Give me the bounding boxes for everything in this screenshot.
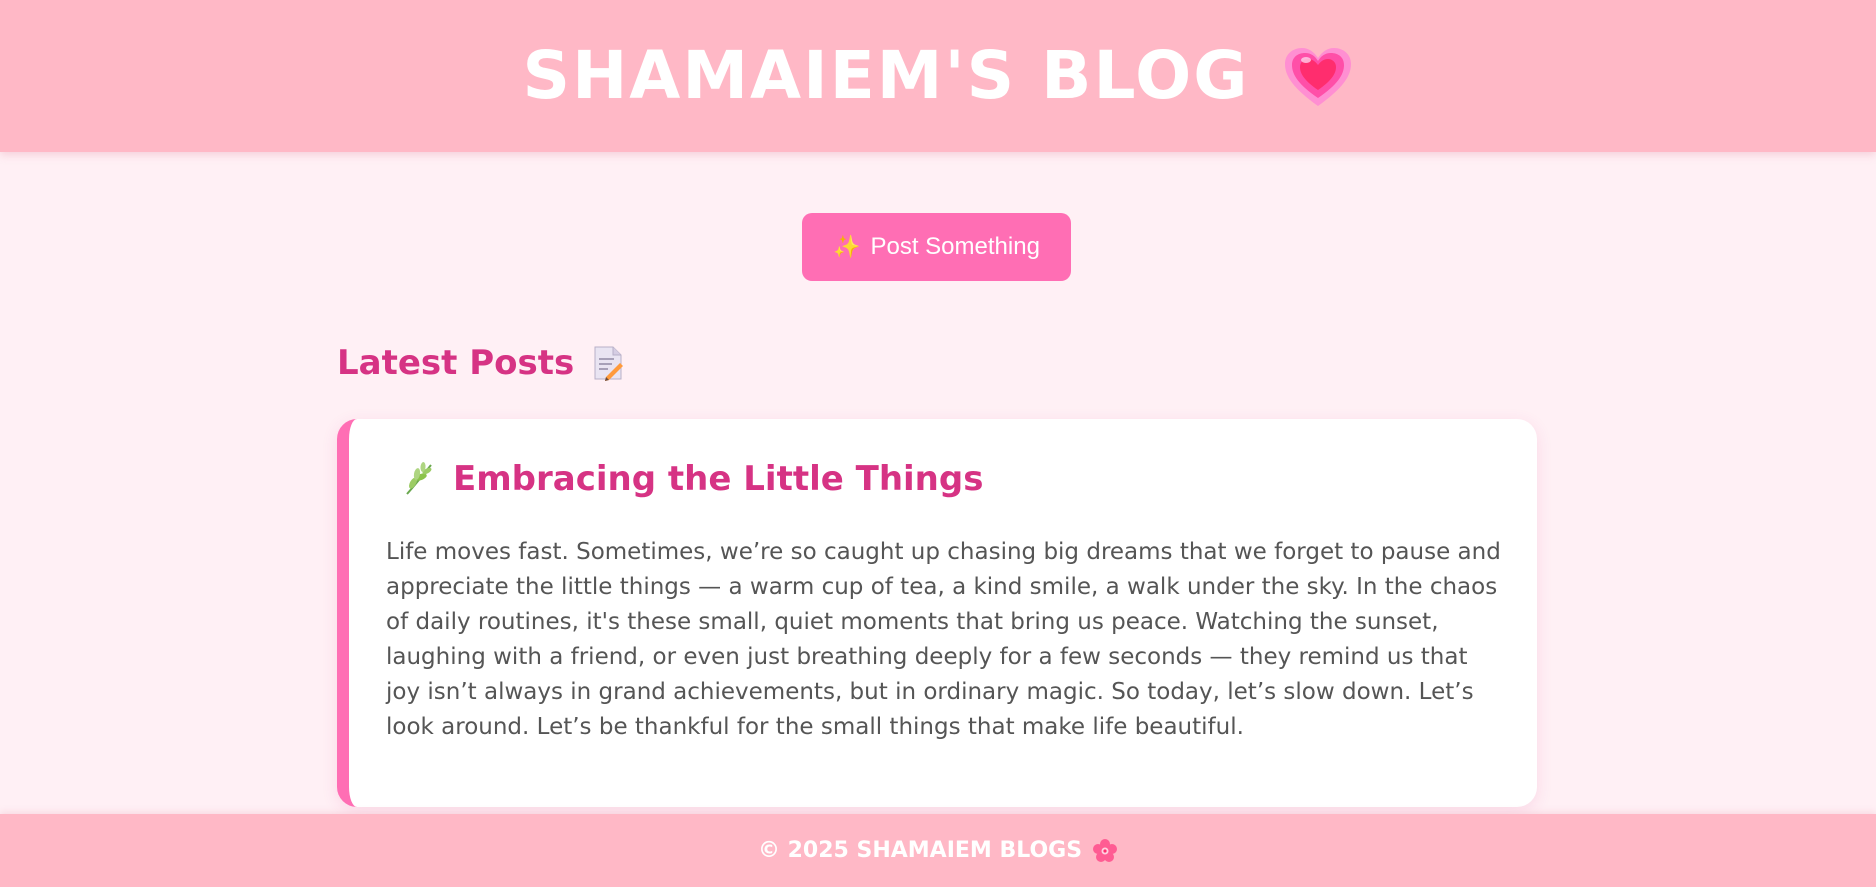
sparkle-icon: ✨ (833, 234, 861, 259)
post-title[interactable]: Embracing the Little Things (401, 461, 983, 497)
memo-icon (592, 345, 624, 381)
site-title-text: SHAMAIEM'S BLOG (522, 37, 1250, 114)
footer-copyright: © 2025 SHAMAIEM BLOGS (757, 838, 1083, 863)
footer-text: © 2025 SHAMAIEM BLOGS (758, 838, 1118, 864)
post-card: Embracing the Little Things Life moves f… (337, 419, 1537, 807)
site-footer: © 2025 SHAMAIEM BLOGS (0, 814, 1876, 887)
section-title-text: Latest Posts (337, 343, 575, 383)
heart-icon (1283, 46, 1353, 110)
post-something-button[interactable]: ✨ Post Something (802, 213, 1071, 281)
post-body: Life moves fast. Sometimes, we’re so cau… (386, 539, 1501, 740)
post-button-label: Post Something (870, 233, 1040, 260)
blossom-icon (1092, 838, 1118, 864)
section-title: Latest Posts (337, 345, 624, 381)
site-title: SHAMAIEM'S BLOG (523, 43, 1354, 109)
post-title-text: Embracing the Little Things (453, 459, 984, 499)
site-header: SHAMAIEM'S BLOG (0, 0, 1876, 152)
leaf-icon (401, 461, 437, 497)
